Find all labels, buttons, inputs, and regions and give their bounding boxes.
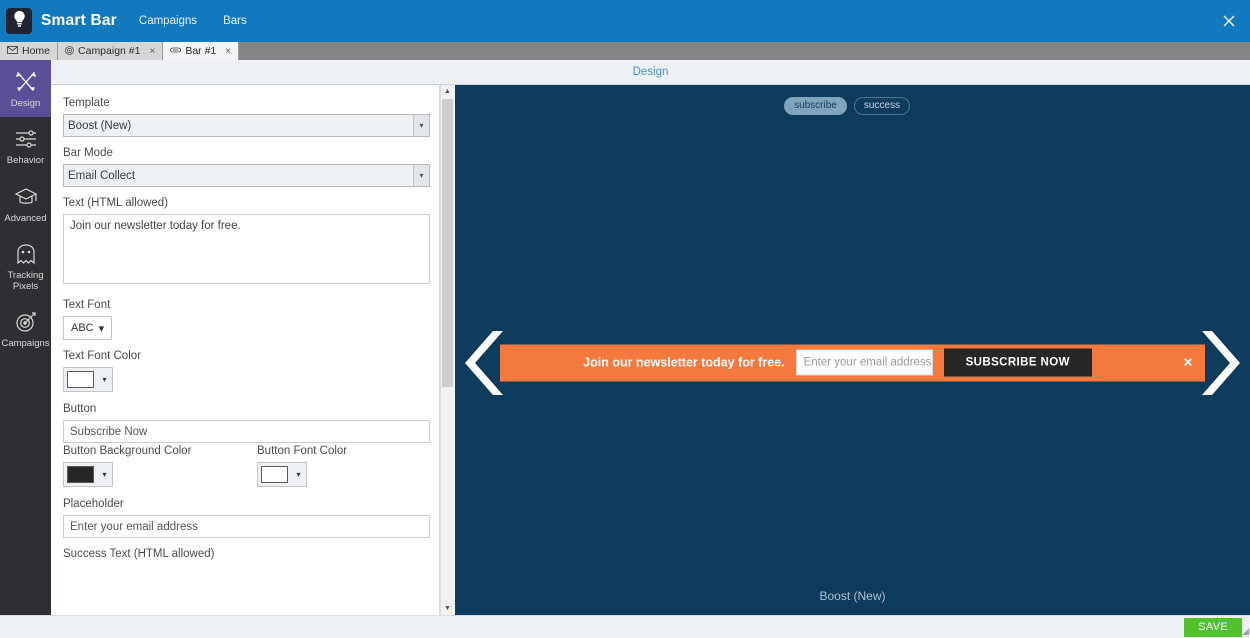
template-select-wrap[interactable]: Boost (New) ▾	[63, 114, 430, 137]
bar-mode-select-wrap[interactable]: Email Collect ▾	[63, 164, 430, 187]
tab-home-label: Home	[22, 45, 51, 57]
text-font-color-picker[interactable]: ▾	[63, 367, 113, 392]
design-settings-panel: Template Boost (New) ▾ Bar Mode Email Co…	[51, 85, 440, 615]
tab-campaign-1-label: Campaign #1	[78, 45, 141, 57]
sliders-icon	[13, 126, 39, 152]
success-text-label: Success Text (HTML allowed)	[63, 548, 215, 560]
sidebar-item-advanced-label: Advanced	[4, 212, 47, 224]
text-font-color-swatch	[67, 371, 94, 388]
text-font-label: Text Font	[63, 299, 111, 311]
placeholder-input[interactable]	[63, 515, 430, 538]
tab-campaign-1-close[interactable]: ×	[149, 46, 155, 57]
lightbulb-icon	[12, 10, 27, 33]
footer-bar: SAVE ◢	[0, 615, 1250, 638]
bar-mode-select[interactable]: Email Collect	[63, 164, 430, 187]
button-text-input[interactable]	[63, 420, 430, 443]
preview-mode-toggle: subscribe success	[784, 97, 910, 115]
caret-down-icon: ▾	[102, 470, 107, 479]
chevron-down-icon: ▾	[413, 115, 429, 136]
sidebar: Design Behavior Advanced Tracking Pixels…	[0, 60, 51, 638]
color-row: Button Background Color ▾ Button Font Co…	[63, 443, 427, 488]
sidebar-item-behavior[interactable]: Behavior	[0, 117, 51, 174]
tab-bar-1[interactable]: Bar #1 ×	[163, 42, 240, 60]
placeholder-label: Placeholder	[63, 498, 124, 510]
caret-down-icon: ▾	[102, 375, 107, 384]
text-font-value: ABC	[71, 322, 94, 334]
scroll-down-arrow-icon[interactable]: ▼	[441, 602, 454, 615]
graduation-cap-icon	[13, 184, 39, 210]
page-title: Design	[632, 66, 669, 78]
envelope-icon	[7, 46, 18, 56]
bar-icon	[170, 46, 182, 56]
button-label: Button	[63, 403, 97, 415]
chevron-down-icon: ▾	[413, 165, 429, 186]
target-icon	[13, 309, 39, 335]
target-icon	[65, 45, 74, 57]
topnav-item-campaigns[interactable]: Campaigns	[139, 15, 197, 27]
tab-campaign-1[interactable]: Campaign #1 ×	[58, 42, 164, 60]
bar-preview-subscribe-button[interactable]: SUBSCRIBE NOW	[943, 348, 1092, 377]
tab-strip: Home Campaign #1 × Bar #1 ×	[0, 42, 1250, 60]
bar-preview-row: Join our newsletter today for free. Ente…	[455, 325, 1250, 400]
sidebar-item-tracking-pixels[interactable]: Tracking Pixels	[0, 232, 51, 300]
text-font-picker[interactable]: ABC ▾	[63, 316, 113, 340]
preview-template-caption: Boost (New)	[819, 589, 886, 603]
text-html-label: Text (HTML allowed)	[63, 197, 169, 209]
tab-bar-1-label: Bar #1	[185, 45, 217, 57]
panel-scrollbar[interactable]: ▲ ▼	[440, 85, 454, 615]
template-label: Template	[63, 97, 110, 109]
ghost-icon	[13, 241, 39, 267]
sidebar-item-campaigns-label: Campaigns	[1, 338, 50, 350]
sidebar-item-design[interactable]: Design	[0, 60, 51, 118]
smart-bar-preview: Join our newsletter today for free. Ente…	[500, 344, 1205, 381]
button-font-color-label: Button Font Color	[257, 445, 348, 457]
bar-preview-text: Join our newsletter today for free.	[583, 355, 785, 370]
button-font-color-picker[interactable]: ▾	[257, 462, 307, 487]
section-header: Design	[51, 60, 1250, 85]
preview-mode-subscribe[interactable]: subscribe	[784, 97, 847, 115]
tab-home[interactable]: Home	[0, 42, 59, 60]
caret-down-icon: ▾	[296, 470, 301, 479]
top-navigation: Campaigns Bars	[139, 15, 247, 27]
button-bg-color-swatch	[67, 466, 94, 483]
sidebar-item-advanced[interactable]: Advanced	[0, 175, 51, 232]
preview-mode-success[interactable]: success	[853, 97, 910, 115]
bar-mode-label: Bar Mode	[63, 147, 113, 159]
save-button[interactable]: SAVE	[1184, 618, 1242, 637]
window-close-button[interactable]	[1214, 6, 1244, 36]
next-template-button[interactable]	[1194, 327, 1240, 399]
sidebar-item-campaigns[interactable]: Campaigns	[0, 300, 51, 357]
resize-grip-icon[interactable]: ◢	[1238, 626, 1249, 637]
text-font-color-label: Text Font Color	[63, 350, 141, 362]
app-logo	[6, 8, 32, 34]
sidebar-item-behavior-label: Behavior	[6, 155, 45, 167]
text-html-textarea[interactable]: Join our newsletter today for free.	[63, 214, 430, 284]
caret-down-icon: ▾	[98, 322, 105, 335]
button-bg-color-picker[interactable]: ▾	[63, 462, 113, 487]
scroll-up-arrow-icon[interactable]: ▲	[441, 85, 454, 98]
app-topbar: Smart Bar Campaigns Bars	[0, 0, 1250, 42]
pencils-icon	[13, 69, 39, 95]
bar-preview-canvas: subscribe success Join our newsletter to…	[455, 85, 1250, 615]
sidebar-item-tracking-pixels-label: Tracking Pixels	[7, 270, 44, 292]
button-bg-color-label: Button Background Color	[63, 445, 192, 457]
bar-preview-close-icon[interactable]: ✕	[1183, 356, 1193, 370]
button-font-color-swatch	[261, 466, 288, 483]
chevron-right-icon	[1202, 330, 1240, 395]
topnav-item-bars[interactable]: Bars	[223, 15, 247, 27]
bar-preview-email-input[interactable]: Enter your email address	[795, 349, 933, 376]
template-select[interactable]: Boost (New)	[63, 114, 430, 137]
scrollbar-thumb[interactable]	[442, 99, 453, 387]
sidebar-item-design-label: Design	[10, 98, 41, 109]
tab-bar-1-close[interactable]: ×	[225, 46, 231, 57]
close-icon	[1223, 15, 1235, 27]
brand-title: Smart Bar	[41, 12, 117, 29]
